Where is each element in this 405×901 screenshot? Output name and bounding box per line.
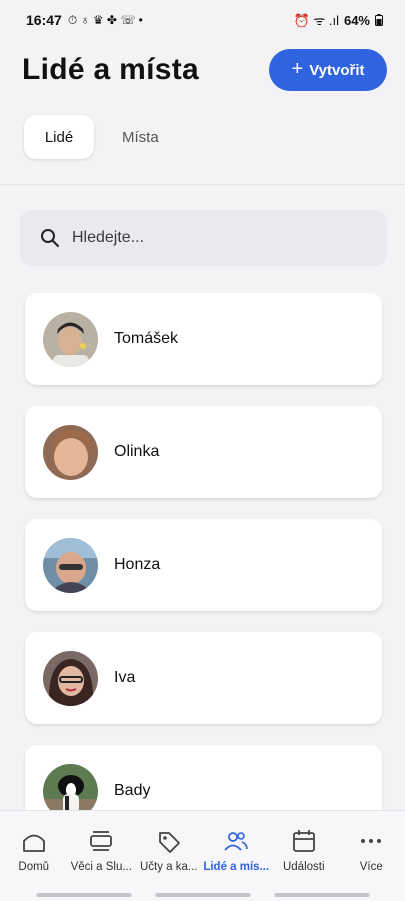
nav-label: Domů [18, 861, 50, 873]
gesture-bar [36, 893, 369, 897]
page-title: Lidé a místa [22, 53, 199, 86]
tab-label: Lidé [44, 128, 74, 146]
tab-people[interactable]: Lidé [24, 115, 94, 159]
create-button-label: Vytvořit [309, 61, 365, 79]
items-icon [90, 831, 113, 851]
search-input[interactable] [72, 229, 352, 247]
nav-home[interactable]: Domů [1, 829, 67, 901]
tab-label: Místa [122, 128, 159, 146]
status-bar: 16:47 ⏱ ♁ ♛ ✤ ☏ • ⏰ ᯤ .ıl 64% [0, 0, 405, 40]
person-name: Bady [114, 782, 151, 799]
header: Lidé a místa + Vytvořit [0, 40, 405, 100]
person-name: Honza [114, 556, 161, 573]
nav-events[interactable]: Události [271, 829, 337, 901]
bottom-nav: Domů Věci a Slu... Účty a ka... Lidé a m… [0, 810, 405, 901]
divider [0, 184, 405, 185]
status-left: 16:47 ⏱ ♁ ♛ ✤ ☏ • [26, 12, 143, 28]
notification-icons: ⏱ ♁ ♛ ✤ ☏ • [67, 12, 143, 27]
home-icon [22, 834, 45, 852]
more-icon [361, 839, 382, 843]
calendar-icon [292, 830, 315, 852]
tag-icon [158, 832, 180, 853]
nav-items[interactable]: Věci a Slu... [68, 829, 134, 901]
search-bar[interactable] [20, 210, 387, 266]
person-card[interactable]: Iva [25, 632, 382, 724]
nav-label: Události [282, 861, 325, 873]
tab-places[interactable]: Místa [104, 115, 177, 159]
person-name: Iva [114, 669, 136, 686]
person-card[interactable]: Tomášek [25, 293, 382, 385]
person-card[interactable]: Olinka [25, 406, 382, 498]
nav-more[interactable]: Více [338, 829, 404, 901]
battery-icon [375, 14, 383, 26]
avatar [43, 311, 98, 367]
avatar [43, 424, 98, 480]
nav-accounts[interactable]: Účty a ka... [136, 829, 202, 901]
person-card[interactable]: Honza [25, 519, 382, 611]
status-time: 16:47 [26, 12, 62, 28]
nav-label: Účty a ka... [139, 861, 198, 873]
person-name: Olinka [114, 443, 160, 460]
battery-level: 64% [343, 12, 370, 28]
avatar [43, 537, 98, 593]
avatar [43, 650, 98, 706]
search-icon [41, 229, 59, 247]
person-name: Tomášek [114, 330, 179, 347]
nav-label: Lidé a mís... [203, 861, 270, 873]
plus-icon: + [291, 58, 304, 80]
status-right: ⏰ ᯤ .ıl 64% [294, 11, 383, 29]
system-icons: ⏰ ᯤ .ıl [293, 13, 339, 28]
nav-people-places[interactable]: Lidé a mís... [203, 829, 269, 901]
create-button[interactable]: + Vytvořit [269, 49, 387, 91]
people-icon [224, 832, 249, 851]
nav-label: Věci a Slu... [70, 861, 132, 873]
tabs: Lidé Místa [24, 115, 177, 159]
nav-label: Více [359, 861, 383, 873]
people-list: Tomášek Olinka Honza Iva Bady [25, 293, 382, 858]
